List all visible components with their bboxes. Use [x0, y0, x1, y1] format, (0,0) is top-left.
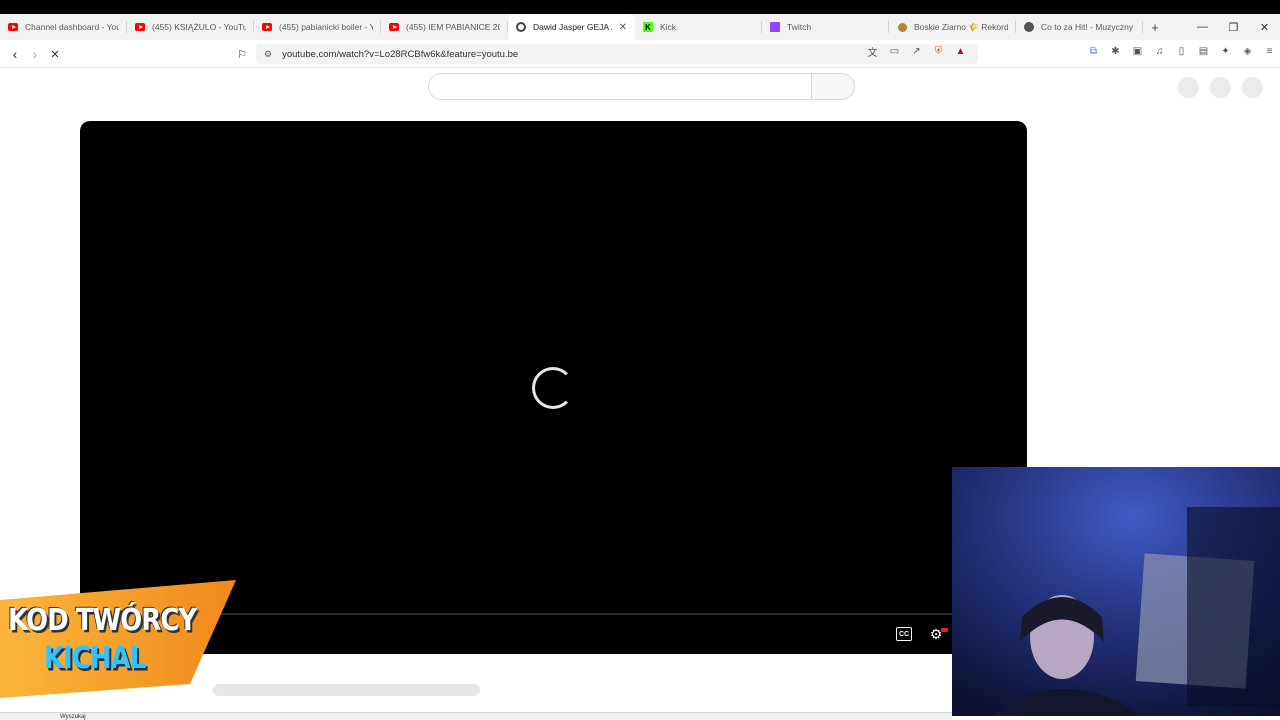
tab-title: Channel dashboard - YouTube [25, 22, 119, 32]
brave-shield-icon[interactable]: ⛨ [932, 45, 945, 58]
menu-icon[interactable]: ≡ [1263, 45, 1276, 58]
window-controls: — ❐ ✕ [1187, 14, 1280, 40]
title-placeholder [213, 684, 480, 696]
cast-icon[interactable]: ▭ [888, 45, 901, 58]
site-settings-icon[interactable]: ⚙ [264, 49, 272, 60]
tab-twitch[interactable]: Twitch [762, 14, 889, 40]
youtube-icon [262, 22, 272, 32]
search-button[interactable] [811, 73, 855, 100]
tab-boskie-ziarno[interactable]: Boskie Ziarno 🌾 Rekordy [889, 14, 1016, 40]
progress-bar[interactable] [184, 613, 952, 615]
leo-ai-icon[interactable]: ✦ [1219, 45, 1232, 58]
translate-extension-icon[interactable]: ⧉ [1087, 45, 1100, 58]
youtube-icon [389, 22, 399, 32]
brave-rewards-icon[interactable]: ▲ [954, 45, 967, 58]
tab-kick[interactable]: K Kick [635, 14, 762, 40]
tab-title: Boskie Ziarno 🌾 Rekordy [914, 21, 1008, 32]
translate-icon[interactable]: 文 [866, 45, 879, 59]
stop-loading-icon[interactable]: ✕ [46, 46, 64, 62]
tab-iem-pabianice[interactable]: (455) IEM PABIANICE 2021 [381, 14, 508, 40]
screenshot-icon[interactable]: ▣ [1131, 45, 1144, 58]
overlay-line-1: KOD TWÓRCY [8, 603, 197, 639]
windows-taskbar: Wyszukaj [0, 712, 952, 720]
overlay-line-2: KICHAL [44, 641, 146, 677]
overlay-badge-shape [0, 580, 236, 698]
share-icon[interactable]: ↗ [910, 45, 923, 58]
tab-title: Dawid Jasper GEJA ZE [533, 22, 612, 32]
new-tab-button[interactable]: + [1143, 14, 1167, 40]
top-black-strip [0, 0, 1280, 14]
tab-title: Kick [660, 22, 677, 32]
tab-co-to-za-hit[interactable]: Co to za Hit! - Muzyczny Quiz [1016, 14, 1143, 40]
avatar-placeholder[interactable] [1242, 77, 1263, 98]
sidebar-icon[interactable]: ▯ [1175, 45, 1188, 58]
tab-title: (455) KSIĄŻULO - YouTube [152, 22, 246, 32]
webcam-image [952, 467, 1280, 716]
tab-pabianicki-boiler[interactable]: (455) pabianicki boiler - YouTube [254, 14, 381, 40]
url-text: youtube.com/watch?v=Lo28RCBfw6k&feature=… [282, 48, 519, 60]
loading-spinner-icon [532, 367, 574, 409]
tab-ksiazulo[interactable]: (455) KSIĄŻULO - YouTube [127, 14, 254, 40]
extensions-icon[interactable]: ✱ [1109, 45, 1122, 58]
tab-title: (455) IEM PABIANICE 2021 [406, 22, 500, 32]
maximize-icon[interactable]: ❐ [1218, 14, 1249, 40]
address-toolbar: ‹ › ✕ ⚐ ⚙ youtube.com/watch?v=Lo28RCBfw6… [0, 40, 1280, 68]
toolbar-extension-icons: ⧉ ✱ ▣ ♫ ▯ ▤ ✦ ◈ ≡ [1087, 45, 1276, 58]
captions-icon[interactable]: CC [896, 627, 912, 641]
create-button-placeholder[interactable] [1178, 77, 1199, 98]
coin-icon [897, 22, 907, 32]
close-window-icon[interactable]: ✕ [1249, 14, 1280, 40]
back-icon[interactable]: ‹ [6, 46, 24, 62]
webcam-feed [952, 467, 1280, 716]
close-tab-icon[interactable]: ✕ [619, 22, 627, 33]
vpn-icon[interactable]: ◈ [1241, 45, 1254, 58]
tab-title: (455) pabianicki boiler - YouTube [279, 22, 373, 32]
wallet-icon[interactable]: ▤ [1197, 45, 1210, 58]
url-action-icons: 文 ▭ ↗ ⛨ ▲ [866, 45, 967, 59]
tab-channel-dashboard[interactable]: Channel dashboard - YouTube [0, 14, 127, 40]
video-player[interactable]: 58 CC ⚙ [80, 121, 1027, 654]
bookmark-icon[interactable]: ⚐ [233, 46, 251, 62]
tab-title: Co to za Hit! - Muzyczny Quiz [1041, 22, 1135, 32]
loading-icon [516, 22, 526, 32]
tab-title: Twitch [787, 22, 812, 32]
twitch-icon [770, 22, 780, 32]
notifications-placeholder[interactable] [1210, 77, 1231, 98]
creator-code-overlay: KOD TWÓRCY KICHAL [0, 580, 236, 698]
tab-strip: Channel dashboard - YouTube (455) KSIĄŻU… [0, 14, 1280, 40]
taskbar-search[interactable]: Wyszukaj [60, 714, 86, 720]
tab-dawid-jasper[interactable]: Dawid Jasper GEJA ZE ✕ [508, 14, 635, 40]
disc-icon [1024, 22, 1034, 32]
search-input[interactable] [428, 73, 812, 100]
hd-badge [941, 628, 948, 632]
music-icon[interactable]: ♫ [1153, 45, 1166, 58]
kick-icon: K [643, 22, 653, 32]
minimize-icon[interactable]: — [1187, 14, 1218, 40]
youtube-icon [135, 22, 145, 32]
forward-icon[interactable]: › [26, 46, 44, 62]
youtube-icon [8, 22, 18, 32]
